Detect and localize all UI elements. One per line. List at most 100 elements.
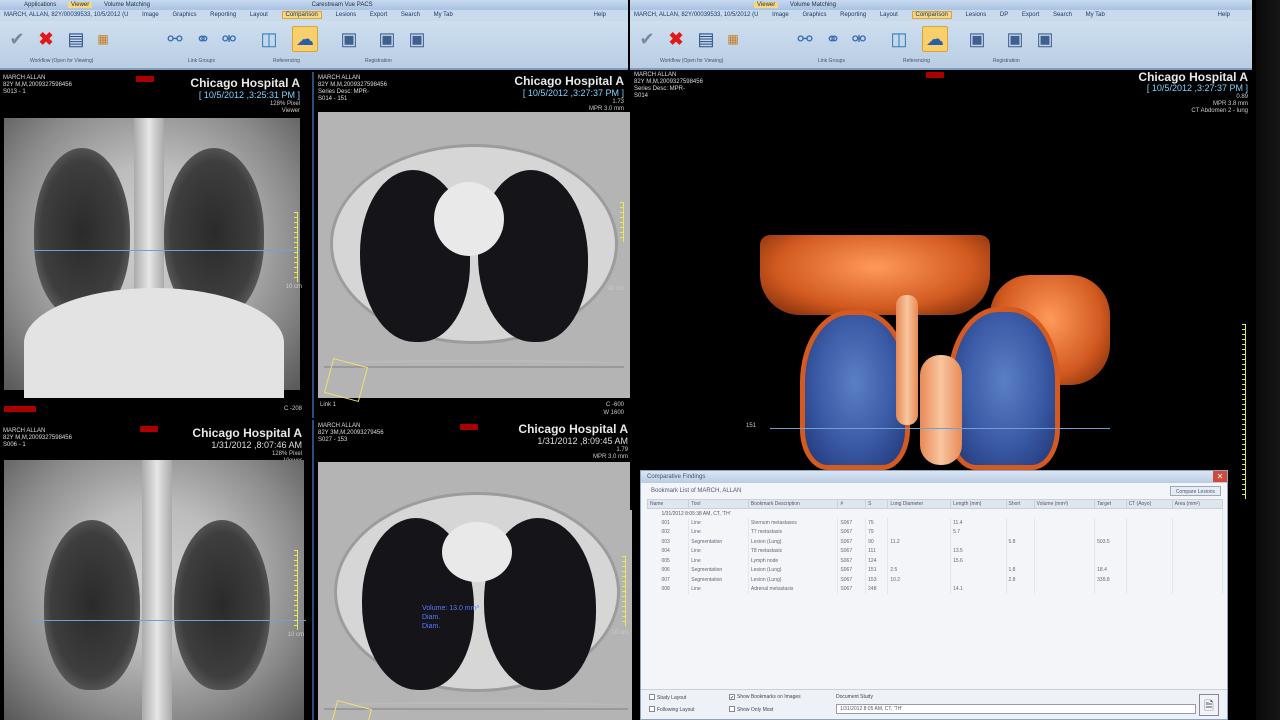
menu-comparison[interactable]: Comparison bbox=[281, 11, 322, 19]
col-number[interactable]: # bbox=[837, 499, 867, 509]
viewport-3d-coronal[interactable]: MARCH ALLAN 82Y M,M,2009327598456 Series… bbox=[630, 70, 1256, 510]
right-registration-icon-1[interactable]: ▣ bbox=[964, 26, 990, 52]
menu-image[interactable]: Image bbox=[142, 12, 159, 18]
table-row[interactable]: 007 Segmentation Lesion (Lung) S067 153 10.2 2… bbox=[647, 575, 1224, 585]
vp3-datetime: 1/31/2012 ,8:07:46 AM bbox=[211, 440, 302, 450]
right-menu-my-tab[interactable]: My Tab bbox=[1086, 12, 1105, 18]
right-referencing-icon[interactable]: ◫ bbox=[886, 26, 912, 52]
right-menu-layout[interactable]: Layout bbox=[880, 12, 898, 18]
right-menu-help[interactable]: Help bbox=[1218, 10, 1230, 21]
vp3-reference-line[interactable] bbox=[30, 620, 306, 621]
table-cell: T7 metastasis bbox=[748, 527, 839, 537]
dialog-close-icon[interactable]: ✕ bbox=[1213, 471, 1227, 482]
menu-search[interactable]: Search bbox=[401, 12, 420, 18]
applications-menu[interactable]: Applications bbox=[24, 2, 56, 8]
col-short[interactable]: Short bbox=[1005, 499, 1035, 509]
table-row[interactable]: 004 Line T8 metastasis S067 111 13.5 bbox=[647, 546, 1224, 556]
referencing-icon[interactable]: ◫ bbox=[256, 26, 282, 52]
registration-icon-2[interactable]: ▣ bbox=[374, 26, 400, 52]
show-bookmarks-checkbox[interactable]: ✓ Show Bookmarks on Images bbox=[729, 694, 801, 701]
right-menu-comparison[interactable]: Comparison bbox=[911, 11, 952, 19]
right-menu-search[interactable]: Search bbox=[1053, 12, 1072, 18]
table-row[interactable]: 003 Segmentation Lesion (Lung) S067 90 11.2 5.… bbox=[647, 537, 1224, 547]
viewport-xray-current[interactable]: MARCH ALLAN 82Y M,M,2009327598456 S013 -… bbox=[0, 72, 308, 412]
table-row[interactable]: 001 Line Sternum metastases S067 75 11.4 bbox=[647, 518, 1224, 528]
workflow-small-icons[interactable]: ▦ bbox=[90, 26, 116, 52]
menu-graphics[interactable]: Graphics bbox=[172, 12, 196, 18]
close-x-icon[interactable]: ✖ bbox=[33, 26, 59, 52]
right-viewer-tab[interactable]: Viewer bbox=[754, 2, 779, 8]
col-length[interactable]: Length (mm) bbox=[950, 499, 1007, 509]
table-row[interactable]: 008 Line Adrenal metastasis S067 248 14.1 bbox=[647, 584, 1224, 594]
col-target[interactable]: Target bbox=[1094, 499, 1127, 509]
registration-icon-3[interactable]: ▣ bbox=[404, 26, 430, 52]
menu-layout[interactable]: Layout bbox=[250, 12, 268, 18]
vp2-ct-table bbox=[324, 360, 624, 368]
unlink-icon[interactable]: ⚮ bbox=[216, 26, 242, 52]
right-menu-export[interactable]: Export bbox=[1022, 12, 1039, 18]
vp1-reference-line[interactable] bbox=[30, 250, 300, 251]
right-report-icon[interactable]: ▤ bbox=[693, 26, 719, 52]
volume-matching-tab[interactable]: Volume Matching bbox=[104, 2, 150, 8]
compare-lesions-button[interactable]: Compare Lesions bbox=[1169, 486, 1221, 496]
right-referencing-active-icon[interactable]: ☁ bbox=[922, 26, 948, 52]
vp2-ruler bbox=[620, 202, 624, 242]
right-close-x-icon[interactable]: ✖ bbox=[663, 26, 689, 52]
viewer-tab[interactable]: Viewer bbox=[68, 2, 93, 8]
following-layout-option[interactable]: Following Layout bbox=[649, 706, 695, 713]
report-icon[interactable]: ▤ bbox=[63, 26, 89, 52]
right-menu-graphics[interactable]: Graphics bbox=[802, 12, 826, 18]
col-long-diameter[interactable]: Long Diameter bbox=[887, 499, 952, 509]
col-name[interactable]: Name bbox=[646, 499, 690, 509]
vp4-zoom: 1.79 bbox=[616, 447, 628, 453]
right-link-group-icon[interactable]: ⚭ bbox=[820, 26, 846, 52]
study-layout-option[interactable]: Study Layout bbox=[649, 694, 686, 701]
col-s[interactable]: S bbox=[865, 499, 889, 509]
vp4-patient-info: MARCH ALLAN 82Y 3M,M,20093279456 S027 - … bbox=[318, 423, 384, 443]
table-cell: S067 bbox=[837, 584, 867, 594]
table-row[interactable]: 002 Line T7 metastasis S067 79 5.7 bbox=[647, 527, 1224, 537]
link-group-icon[interactable]: ⚭ bbox=[190, 26, 216, 52]
viewport-ct-axial-prior[interactable]: MARCH ALLAN 82Y 3M,M,20093279456 S027 - … bbox=[312, 420, 634, 720]
col-volume[interactable]: Volume (mm³) bbox=[1033, 499, 1096, 509]
comparative-findings-dialog[interactable]: Comparative Findings ✕ Bookmark List of … bbox=[640, 470, 1228, 720]
menu-my-tab[interactable]: My Tab bbox=[434, 12, 453, 18]
right-link-icon[interactable]: ⚯ bbox=[792, 26, 818, 52]
right-menu-reporting[interactable]: Reporting bbox=[840, 12, 866, 18]
vp4-measurement-annotation[interactable]: Volume: 13.0 mm³ Diam. Diam. bbox=[422, 604, 479, 631]
vp5-reference-line[interactable] bbox=[770, 428, 1110, 429]
study-group-row[interactable]: 1/31/2012 8:05:38 AM, CT, 'TH' bbox=[647, 508, 1223, 518]
table-cell: 11.2 bbox=[887, 537, 952, 547]
col-area[interactable]: Area (mm²) bbox=[1171, 499, 1224, 509]
right-menu-lesions[interactable]: Lesions bbox=[966, 12, 987, 18]
right-menu-dp[interactable]: DP bbox=[1000, 12, 1008, 18]
dialog-titlebar[interactable]: Comparative Findings ✕ bbox=[641, 471, 1227, 483]
check-icon[interactable]: ✔ bbox=[4, 26, 30, 52]
right-registration-icon-2[interactable]: ▣ bbox=[1002, 26, 1028, 52]
right-workflow-small-icons[interactable]: ▦ bbox=[720, 26, 746, 52]
right-check-icon[interactable]: ✔ bbox=[634, 26, 660, 52]
menu-lesions[interactable]: Lesions bbox=[336, 12, 357, 18]
menu-export[interactable]: Export bbox=[370, 12, 387, 18]
col-description[interactable]: Bookmark Description bbox=[747, 499, 839, 509]
referencing-active-icon[interactable]: ☁ bbox=[292, 26, 318, 52]
col-ct[interactable]: CT (Aoyo) bbox=[1125, 499, 1173, 509]
menu-help[interactable]: Help bbox=[594, 10, 606, 21]
monitor-bezel bbox=[1256, 0, 1280, 720]
document-study-select[interactable]: 1/31/2012 8:05 AM, CT, 'TH' bbox=[836, 704, 1196, 714]
link-icon[interactable]: ⚯ bbox=[162, 26, 188, 52]
viewport-ct-axial-current[interactable]: MARCH ALLAN 82Y M,M,2009327598456 Series… bbox=[312, 72, 630, 418]
col-tool[interactable]: Tool bbox=[688, 499, 749, 509]
right-volume-matching-tab[interactable]: Volume Matching bbox=[790, 2, 836, 8]
table-row[interactable]: 005 Line Lymph node S067 124 15.6 bbox=[647, 556, 1224, 566]
show-only-most-checkbox[interactable]: Show Only Most bbox=[729, 706, 773, 713]
viewport-xray-prior[interactable]: MARCH ALLAN 82Y M,M,2009327598456 S006 -… bbox=[0, 420, 308, 720]
table-row[interactable]: 006 Segmentation Lesion (Lung) S067 151 2.5 1.… bbox=[647, 565, 1224, 575]
document-icon[interactable]: 🗎 bbox=[1199, 694, 1219, 716]
menu-reporting[interactable]: Reporting bbox=[210, 12, 236, 18]
right-menu-image[interactable]: Image bbox=[772, 12, 789, 18]
right-registration-icon-3[interactable]: ▣ bbox=[1032, 26, 1058, 52]
right-unlink-icon[interactable]: ⚮ bbox=[846, 26, 872, 52]
registration-icon-1[interactable]: ▣ bbox=[336, 26, 362, 52]
vp4-datetime: 1/31/2012 ,8:09:45 AM bbox=[537, 436, 628, 446]
